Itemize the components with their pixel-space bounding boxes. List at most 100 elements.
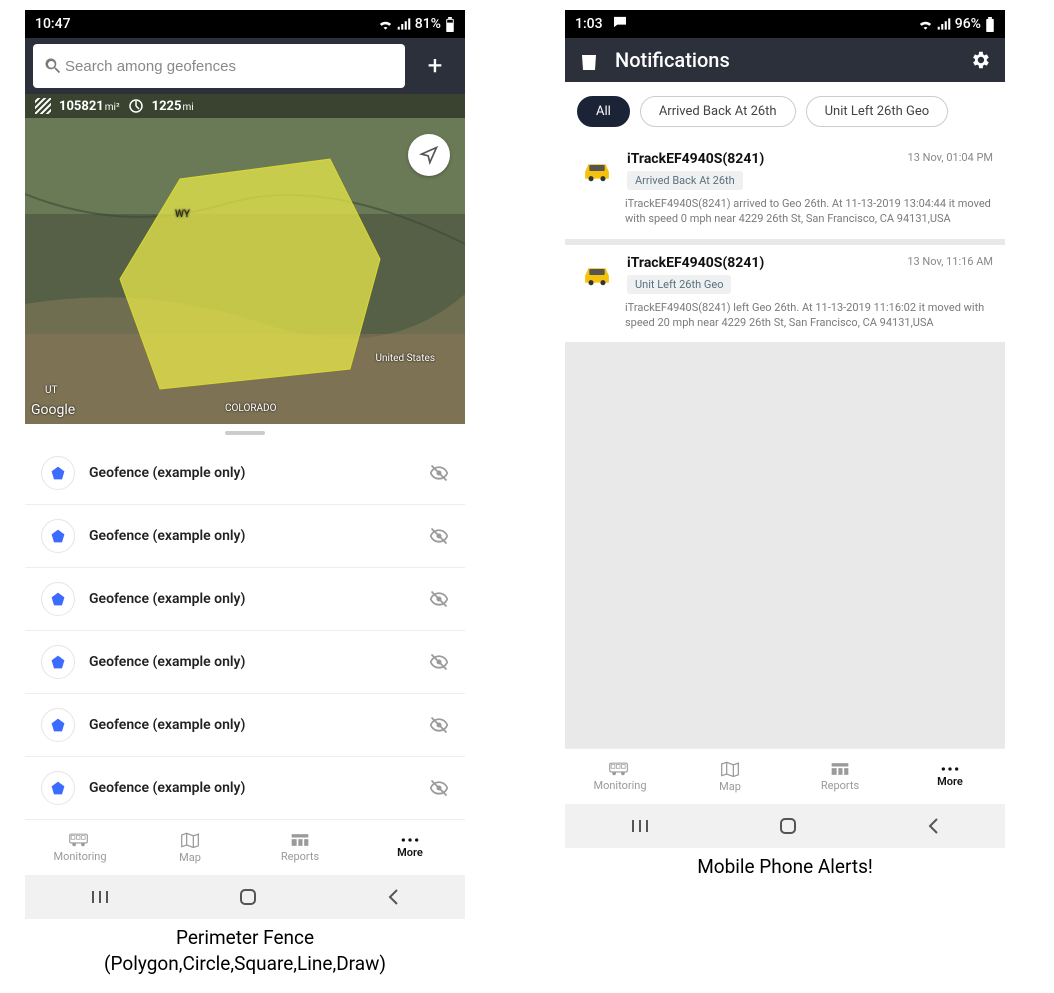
notif-title: iTrackEF4940S(8241) [627, 255, 897, 271]
map-label-co: COLORADO [225, 403, 276, 414]
perim-unit: mi [182, 102, 193, 113]
back-button[interactable] [926, 817, 940, 835]
map-icon [180, 831, 200, 849]
notif-description: iTrackEF4940S(8241) arrived to Geo 26th.… [625, 197, 993, 227]
geofence-shape-icon [41, 519, 75, 553]
geofence-label: Geofence (example only) [89, 780, 415, 796]
signal-icon [937, 18, 951, 30]
search-bar-row: + [25, 38, 465, 94]
visibility-off-icon[interactable] [429, 652, 449, 672]
geofence-shape-icon [41, 456, 75, 490]
bottom-nav: Monitoring Map Reports More [25, 819, 465, 875]
home-button[interactable] [239, 888, 257, 906]
search-box[interactable] [33, 44, 405, 88]
wifi-icon [918, 18, 933, 30]
status-time: 10:47 [35, 16, 71, 32]
navigation-icon [419, 145, 439, 165]
table-icon [290, 832, 310, 848]
battery-pct: 81% [415, 16, 441, 32]
area-unit: mi² [105, 102, 120, 113]
geofence-row[interactable]: Geofence (example only) [25, 631, 465, 694]
geofence-polygon[interactable] [90, 149, 390, 399]
status-bar: 10:47 81% [25, 10, 465, 38]
notif-tag: Unit Left 26th Geo [627, 275, 731, 294]
geofence-row[interactable]: Geofence (example only) [25, 568, 465, 631]
geofence-row[interactable]: Geofence (example only) [25, 505, 465, 568]
geofence-row[interactable]: Geofence (example only) [25, 694, 465, 757]
nav-monitoring[interactable]: Monitoring [25, 820, 135, 875]
geofence-row[interactable]: Geofence (example only) [25, 757, 465, 819]
geofence-list[interactable]: Geofence (example only) Geofence (exampl… [25, 442, 465, 819]
geofence-shape-icon [41, 582, 75, 616]
notif-title: iTrackEF4940S(8241) [627, 151, 898, 167]
vehicle-icon [577, 151, 617, 191]
geofence-shape-icon [41, 771, 75, 805]
nav-label: More [397, 846, 423, 859]
chip-arrived[interactable]: Arrived Back At 26th [640, 96, 796, 127]
visibility-off-icon[interactable] [429, 778, 449, 798]
add-geofence-button[interactable]: + [413, 44, 457, 88]
chip-left[interactable]: Unit Left 26th Geo [806, 96, 949, 127]
filter-chips: All Arrived Back At 26th Unit Left 26th … [565, 82, 1005, 141]
map-label-wy: WY [175, 209, 190, 220]
drag-handle[interactable] [25, 424, 465, 442]
perim-value: 1225 [152, 99, 182, 114]
notif-header: Notifications [565, 38, 1005, 82]
nav-map[interactable]: Map [135, 820, 245, 875]
signal-icon [397, 18, 411, 30]
settings-button[interactable] [969, 49, 991, 71]
back-button[interactable] [386, 888, 400, 906]
battery-pct: 96% [955, 16, 981, 32]
caption-right: Mobile Phone Alerts! [565, 854, 1005, 880]
search-icon [43, 56, 63, 76]
nav-map[interactable]: Map [675, 749, 785, 804]
map-view[interactable]: 105821mi² 1225mi WY UT United States COL… [25, 94, 465, 424]
notification-card[interactable]: iTrackEF4940S(8241) Unit Left 26th Geo 1… [565, 245, 1005, 343]
recents-button[interactable] [630, 818, 650, 834]
visibility-off-icon[interactable] [429, 463, 449, 483]
delete-button[interactable] [579, 49, 599, 71]
recents-button[interactable] [90, 889, 110, 905]
more-icon [940, 765, 960, 773]
geofence-row[interactable]: Geofence (example only) [25, 442, 465, 505]
notification-card[interactable]: iTrackEF4940S(8241) Arrived Back At 26th… [565, 141, 1005, 239]
nav-reports[interactable]: Reports [245, 820, 355, 875]
perimeter-icon [128, 98, 144, 114]
geofence-label: Geofence (example only) [89, 654, 415, 670]
message-icon [613, 16, 627, 28]
area-value: 105821 [59, 99, 104, 114]
android-nav-bar [565, 804, 1005, 848]
geofence-shape-icon [41, 645, 75, 679]
nav-label: Monitoring [593, 779, 646, 792]
locate-me-button[interactable] [408, 134, 450, 176]
notification-list[interactable]: iTrackEF4940S(8241) Arrived Back At 26th… [565, 141, 1005, 748]
bus-icon [69, 832, 91, 848]
nav-label: Map [179, 851, 201, 864]
plus-icon: + [428, 51, 443, 81]
phone-notifications: 1:03 96% Notifications All Arrived Back [565, 10, 1005, 848]
status-bar: 1:03 96% [565, 10, 1005, 38]
chip-all[interactable]: All [577, 96, 630, 127]
map-stats-overlay: 105821mi² 1225mi [25, 94, 465, 118]
status-time: 1:03 [575, 16, 603, 32]
nav-reports[interactable]: Reports [785, 749, 895, 804]
caption-line1: Perimeter Fence [176, 926, 314, 949]
visibility-off-icon[interactable] [429, 589, 449, 609]
nav-monitoring[interactable]: Monitoring [565, 749, 675, 804]
nav-more[interactable]: More [355, 820, 465, 875]
nav-label: Monitoring [53, 850, 106, 863]
hatch-icon [35, 98, 51, 114]
home-button[interactable] [779, 817, 797, 835]
notif-timestamp: 13 Nov, 01:04 PM [908, 151, 993, 164]
geofence-label: Geofence (example only) [89, 717, 415, 733]
geofence-shape-icon [41, 708, 75, 742]
map-label-us: United States [375, 353, 435, 364]
nav-more[interactable]: More [895, 749, 1005, 804]
search-input[interactable] [63, 57, 395, 76]
bus-icon [609, 761, 631, 777]
visibility-off-icon[interactable] [429, 526, 449, 546]
map-icon [720, 760, 740, 778]
visibility-off-icon[interactable] [429, 715, 449, 735]
more-icon [400, 836, 420, 844]
vehicle-icon [577, 255, 617, 295]
